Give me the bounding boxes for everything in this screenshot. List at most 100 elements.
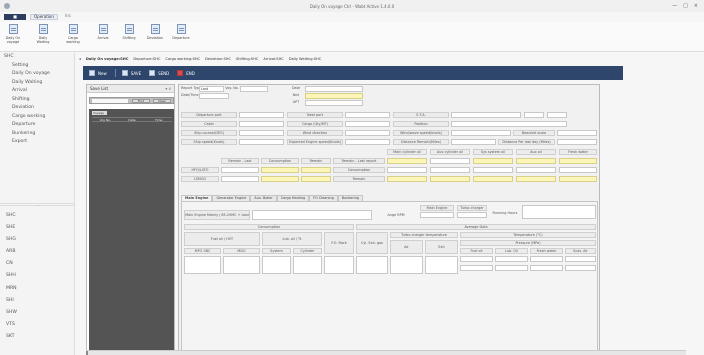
next-port-input[interactable] bbox=[345, 112, 390, 118]
vessel-item[interactable]: ARB bbox=[0, 246, 75, 258]
ribbon-deviation-button[interactable]: Deviation bbox=[144, 24, 166, 40]
main-cyl-remain-last[interactable] bbox=[387, 158, 427, 164]
ribbon-shifting-button[interactable]: Shifting bbox=[118, 24, 140, 40]
send-button[interactable]: SEND bbox=[149, 70, 169, 76]
sys-oil-remain[interactable] bbox=[473, 176, 513, 182]
ribbon-daily-waiting-button[interactable]: Daily Waiting bbox=[32, 24, 54, 44]
panel-close-icon[interactable]: ▾ x bbox=[165, 85, 171, 93]
tab-scroll-left-icon[interactable]: ◂ bbox=[79, 57, 81, 61]
vessel-item[interactable]: VTS bbox=[0, 319, 75, 331]
horizontal-scrollbar[interactable] bbox=[86, 350, 686, 355]
lsmgo-consumption[interactable] bbox=[261, 176, 299, 182]
mfo-input[interactable] bbox=[184, 256, 221, 274]
cylinder-input[interactable] bbox=[293, 256, 322, 274]
exh-temp-input[interactable] bbox=[425, 256, 458, 274]
departure-port-input[interactable] bbox=[239, 112, 284, 118]
mdo-input[interactable] bbox=[223, 256, 260, 274]
cabin-input[interactable] bbox=[239, 121, 284, 127]
col-date[interactable]: Date bbox=[119, 118, 146, 122]
fo-rack-input[interactable] bbox=[324, 256, 354, 274]
lub-oil-temp-input[interactable] bbox=[495, 256, 528, 262]
fresh-water-consumption[interactable] bbox=[559, 167, 597, 173]
cyl-exh-gas-input[interactable] bbox=[356, 256, 388, 274]
sidebar-group-head[interactable]: SHC bbox=[0, 53, 74, 62]
fresh-water-temp-input[interactable] bbox=[530, 256, 563, 262]
hfo-consumption[interactable] bbox=[261, 167, 299, 173]
system-input[interactable] bbox=[262, 256, 291, 274]
distance-per-day-input[interactable] bbox=[557, 139, 597, 145]
ship-course-input[interactable] bbox=[239, 130, 284, 136]
tc-rpm-input[interactable] bbox=[457, 212, 487, 218]
end-button[interactable]: END bbox=[177, 70, 195, 76]
scrollbar-thumb[interactable] bbox=[86, 351, 88, 355]
vessel-item[interactable]: SHI bbox=[0, 295, 75, 307]
sidebar-item-departure[interactable]: Departure bbox=[0, 121, 74, 130]
fresh-water-remain[interactable] bbox=[559, 176, 597, 182]
sidebar-item-setting[interactable]: Setting bbox=[0, 62, 74, 71]
vessel-item[interactable]: SHC bbox=[0, 210, 75, 222]
aux-oil-remain-last[interactable] bbox=[516, 158, 556, 164]
doc-tab-daily-on-voyage[interactable]: Daily On voyage:SHC bbox=[86, 57, 129, 61]
sidebar-item-daily-on-voyage[interactable]: Daily On voyage bbox=[0, 70, 74, 79]
group-label[interactable]: Voyage bbox=[92, 111, 107, 115]
vessel-item[interactable]: MRN bbox=[0, 283, 75, 295]
report-type-select[interactable]: Last bbox=[199, 86, 224, 92]
lsmgo-remain-last[interactable] bbox=[221, 176, 259, 182]
distance-remain-input[interactable] bbox=[451, 139, 496, 145]
close-icon[interactable]: × bbox=[694, 3, 698, 9]
aux-oil-remain[interactable] bbox=[516, 176, 556, 182]
lub-oil-pressure-input[interactable] bbox=[495, 265, 528, 271]
col-time[interactable]: Time bbox=[145, 118, 172, 122]
ship-speed-input[interactable] bbox=[239, 139, 284, 145]
sys-oil-remain-last[interactable] bbox=[473, 158, 513, 164]
search-input[interactable] bbox=[92, 99, 128, 103]
position-input[interactable] bbox=[451, 121, 567, 127]
me-rpm-input[interactable] bbox=[420, 212, 454, 218]
doc-tab-departure[interactable]: Departure:SHC bbox=[133, 57, 160, 61]
sidebar-item-bunkering[interactable]: Bunkering bbox=[0, 130, 74, 139]
sidebar-item-daily-waiting[interactable]: Daily Waiting bbox=[0, 79, 74, 88]
vessel-item[interactable]: CN bbox=[0, 258, 75, 270]
hfo-remain[interactable] bbox=[301, 167, 331, 173]
vessel-item[interactable]: SHH bbox=[0, 270, 75, 282]
voy-no-input[interactable] bbox=[240, 86, 268, 92]
aux-cyl-remain-last[interactable] bbox=[430, 158, 470, 164]
hfo-remain-last[interactable] bbox=[221, 167, 259, 173]
fuel-oil-temp-input[interactable] bbox=[460, 256, 493, 262]
nmi-input[interactable] bbox=[305, 93, 363, 99]
sys-oil-consumption[interactable] bbox=[473, 167, 513, 173]
scav-air-temp-input[interactable] bbox=[565, 256, 596, 262]
sidebar-item-cargo-working[interactable]: Cargo working bbox=[0, 113, 74, 122]
tab-ins[interactable]: Ins bbox=[62, 14, 74, 20]
ribbon-cargo-working-button[interactable]: Cargo working bbox=[62, 24, 84, 44]
maximize-icon[interactable]: □ bbox=[683, 3, 688, 9]
ribbon-daily-on-voyage-button[interactable]: Daily On voyage bbox=[2, 24, 24, 44]
main-cyl-remain[interactable] bbox=[387, 176, 427, 182]
running-hours-input[interactable] bbox=[522, 205, 596, 219]
lsmgo-remain[interactable] bbox=[301, 176, 331, 182]
aux-cyl-consumption[interactable] bbox=[430, 167, 470, 173]
vessel-item[interactable]: SHE bbox=[0, 222, 75, 234]
doc-tab-deviation[interactable]: Deviation:SHC bbox=[205, 57, 231, 61]
aux-cyl-remain[interactable] bbox=[430, 176, 470, 182]
sidebar-item-export[interactable]: Export bbox=[0, 138, 74, 147]
wind-speed-input[interactable] bbox=[451, 130, 511, 136]
clear-button[interactable]: Clear bbox=[153, 99, 171, 103]
vessel-item[interactable]: SKT bbox=[0, 331, 75, 343]
fuel-oil-pressure-input[interactable] bbox=[460, 265, 493, 271]
apt-input[interactable] bbox=[305, 100, 363, 106]
new-button[interactable]: New bbox=[89, 70, 107, 76]
col-voy-no[interactable]: Voy No. bbox=[92, 118, 119, 122]
doc-tab-daily-waiting[interactable]: Daily Waiting:SHC bbox=[289, 57, 321, 61]
sidebar-item-shifting[interactable]: Shifting bbox=[0, 96, 74, 105]
wind-direction-input[interactable] bbox=[345, 130, 390, 136]
expected-speed-input[interactable] bbox=[345, 139, 390, 145]
doc-tab-arrival[interactable]: Arrival:SHC bbox=[263, 57, 283, 61]
fresh-water-pressure-input[interactable] bbox=[530, 265, 563, 271]
cargo-qty-input[interactable] bbox=[345, 121, 390, 127]
doc-tab-cargo-working[interactable]: Cargo working:SHC bbox=[165, 57, 200, 61]
minimize-icon[interactable]: — bbox=[672, 3, 677, 9]
main-cyl-consumption[interactable] bbox=[387, 167, 427, 173]
file-menu-button[interactable]: ■ bbox=[4, 14, 26, 20]
sidebar-splitter[interactable]: ······ bbox=[0, 203, 75, 207]
